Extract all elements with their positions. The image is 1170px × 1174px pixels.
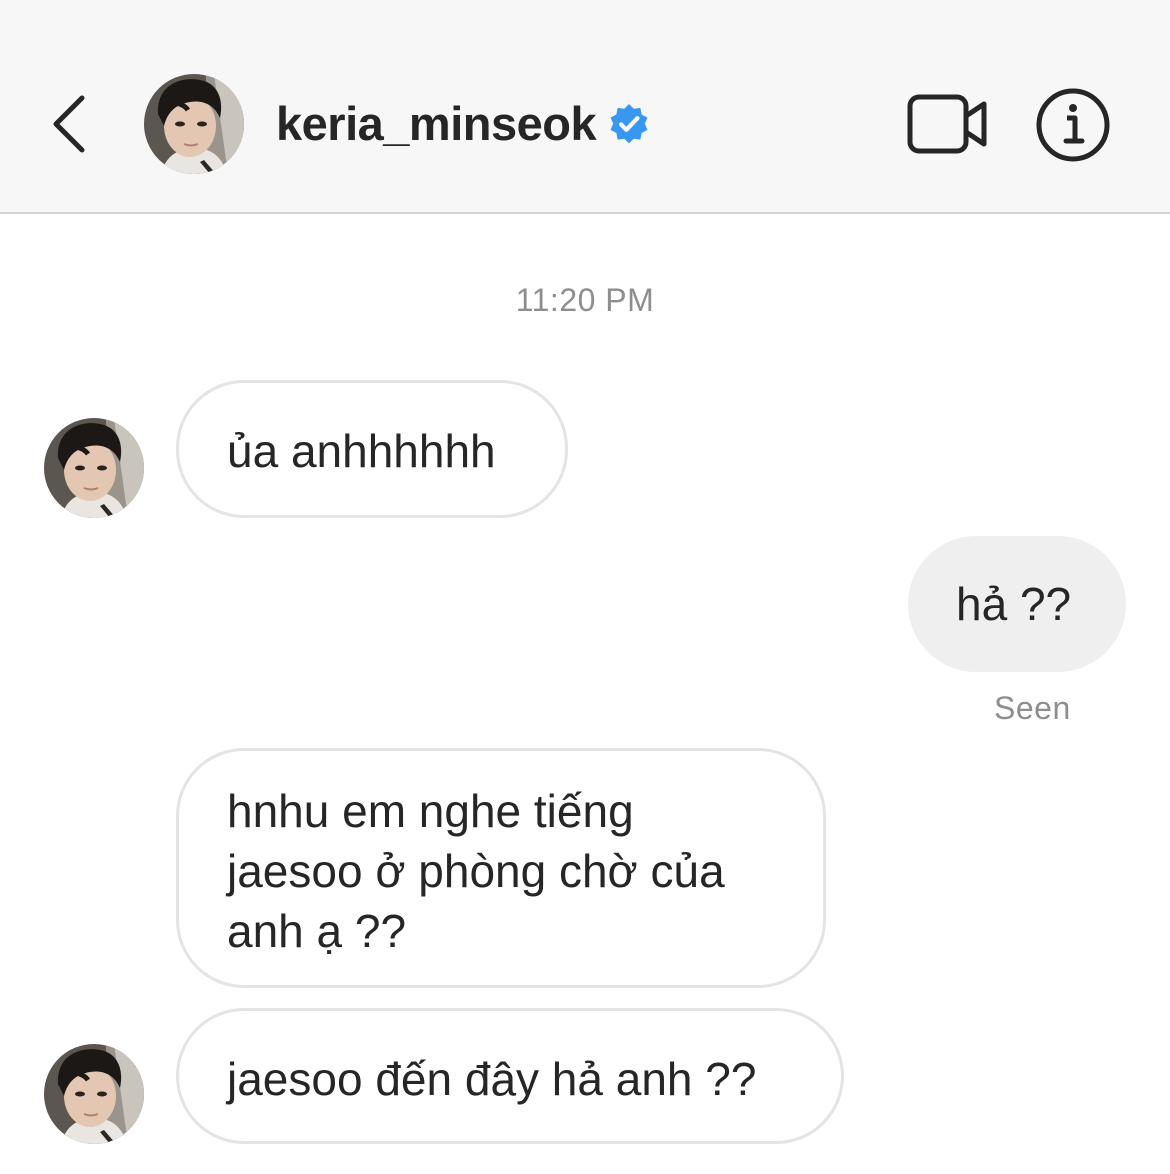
sender-avatar[interactable] xyxy=(44,418,144,518)
profile-avatar[interactable] xyxy=(144,74,244,174)
username: keria_minseok xyxy=(276,97,597,150)
verified-badge-icon xyxy=(596,103,650,145)
incoming-message-bubble[interactable]: jaesoo đến đây hả anh ?? xyxy=(176,1008,844,1144)
incoming-message-bubble[interactable]: hnhu em nghe tiếng jaesoo ở phòng chờ củ… xyxy=(176,748,826,988)
back-button[interactable] xyxy=(40,84,104,164)
incoming-message-bubble[interactable]: ủa anhhhhhh xyxy=(176,380,568,518)
chat-header: keria_minseok xyxy=(0,0,1170,214)
seen-status: Seen xyxy=(994,690,1071,726)
profile-name-link[interactable]: keria_minseok xyxy=(276,92,650,156)
outgoing-message-bubble[interactable]: hả ?? xyxy=(908,536,1126,672)
chevron-left-icon xyxy=(40,84,104,164)
video-camera-icon xyxy=(906,94,990,160)
info-circle-icon xyxy=(1034,88,1112,168)
video-call-button[interactable] xyxy=(906,92,990,156)
sender-avatar[interactable] xyxy=(44,1044,144,1144)
info-button[interactable] xyxy=(1034,86,1112,164)
message-timestamp: 11:20 PM xyxy=(515,282,655,318)
